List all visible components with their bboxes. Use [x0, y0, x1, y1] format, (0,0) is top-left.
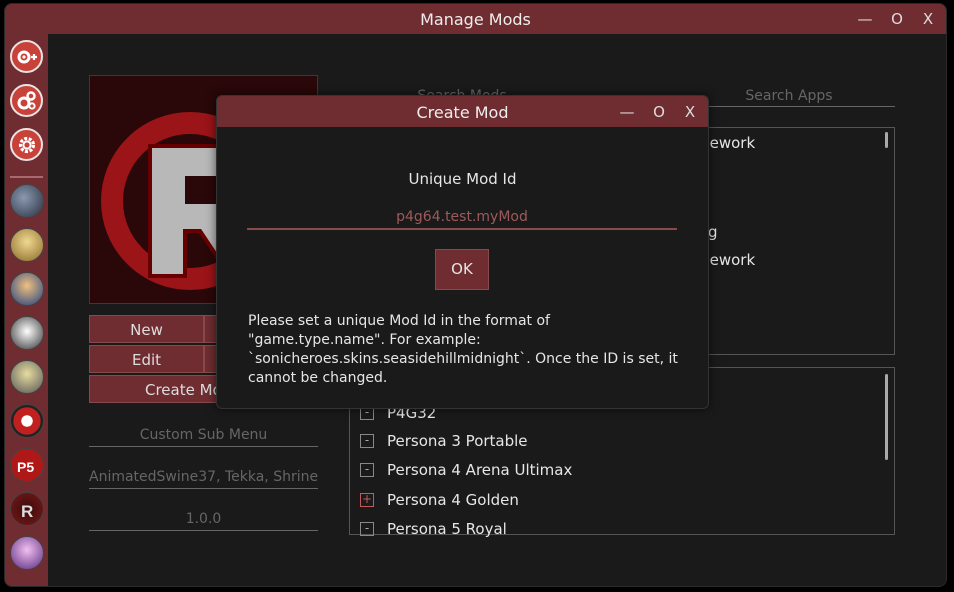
settings-button[interactable]: [10, 128, 43, 161]
app-avatar-9[interactable]: [10, 536, 44, 570]
app-item-label: Persona 5 Royal: [387, 520, 507, 538]
window-title: Manage Mods: [420, 10, 531, 29]
app-item-label: Persona 4 Arena Ultimax: [387, 461, 573, 479]
settings-gear-icon: [18, 136, 35, 153]
svg-text:P5: P5: [17, 459, 34, 475]
dialog-minimize-button[interactable]: —: [615, 102, 639, 122]
new-mod-button[interactable]: New: [89, 315, 204, 343]
window-minimize-button[interactable]: —: [853, 9, 877, 29]
mods-list-scrollbar[interactable]: [885, 132, 888, 148]
search-apps-input[interactable]: Search Apps: [683, 88, 895, 107]
dialog-titlebar[interactable]: Create Mod — O X: [217, 96, 708, 127]
mod-id-help-text: Please set a unique Mod Id in the format…: [248, 313, 678, 386]
app-checkbox[interactable]: -: [360, 522, 374, 536]
sidebar: P5 R: [5, 34, 48, 586]
app-item-persona-5-royal[interactable]: - Persona 5 Royal: [360, 520, 507, 538]
app-checkbox[interactable]: -: [360, 434, 374, 448]
dialog-maximize-button[interactable]: O: [647, 102, 671, 122]
gears-icon: [17, 90, 36, 110]
window-close-button[interactable]: X: [916, 9, 940, 29]
svg-text:R: R: [21, 502, 33, 521]
app-item-label: Persona 3 Portable: [387, 432, 528, 450]
app-item-persona-3-portable[interactable]: - Persona 3 Portable: [360, 432, 528, 450]
dialog-close-button[interactable]: X: [678, 102, 702, 122]
custom-sub-menu-field[interactable]: Custom Sub Menu: [89, 427, 318, 447]
apps-list-scrollbar[interactable]: [885, 374, 888, 460]
add-mod-button[interactable]: [10, 40, 43, 73]
ok-button[interactable]: OK: [435, 249, 489, 290]
create-mod-dialog: Create Mod — O X Unique Mod Id p4g64.tes…: [216, 95, 709, 409]
edit-mod-button[interactable]: Edit: [89, 345, 204, 373]
app-avatar-7[interactable]: P5: [10, 448, 44, 482]
add-mod-icon: [17, 50, 37, 63]
app-checkbox[interactable]: +: [360, 493, 374, 507]
app-avatar-1[interactable]: [10, 184, 44, 218]
sidebar-divider: [10, 176, 43, 178]
app-avatar-6[interactable]: [10, 404, 44, 438]
app-avatar-3[interactable]: [10, 272, 44, 306]
authors-field[interactable]: AnimatedSwine37, Tekka, ShrineF: [89, 469, 318, 489]
app-avatar-2[interactable]: [10, 228, 44, 262]
app-avatar-4[interactable]: [10, 316, 44, 350]
app-item-persona-4-golden[interactable]: + Persona 4 Golden: [360, 491, 519, 509]
window-maximize-button[interactable]: O: [885, 9, 909, 29]
unique-mod-id-label: Unique Mod Id: [408, 170, 517, 188]
mod-id-input[interactable]: p4g64.test.myMod: [247, 206, 677, 230]
app-avatar-8[interactable]: R: [10, 492, 44, 526]
configure-button[interactable]: [10, 84, 43, 117]
app-checkbox[interactable]: -: [360, 463, 374, 477]
window-titlebar[interactable]: Manage Mods — O X: [5, 4, 946, 34]
version-field[interactable]: 1.0.0: [89, 511, 318, 531]
mod-item-partial-2[interactable]: g: [708, 223, 718, 241]
app-avatar-5[interactable]: [10, 360, 44, 394]
app-item-persona-4-arena-ultimax[interactable]: - Persona 4 Arena Ultimax: [360, 461, 572, 479]
app-item-label: Persona 4 Golden: [387, 491, 519, 509]
